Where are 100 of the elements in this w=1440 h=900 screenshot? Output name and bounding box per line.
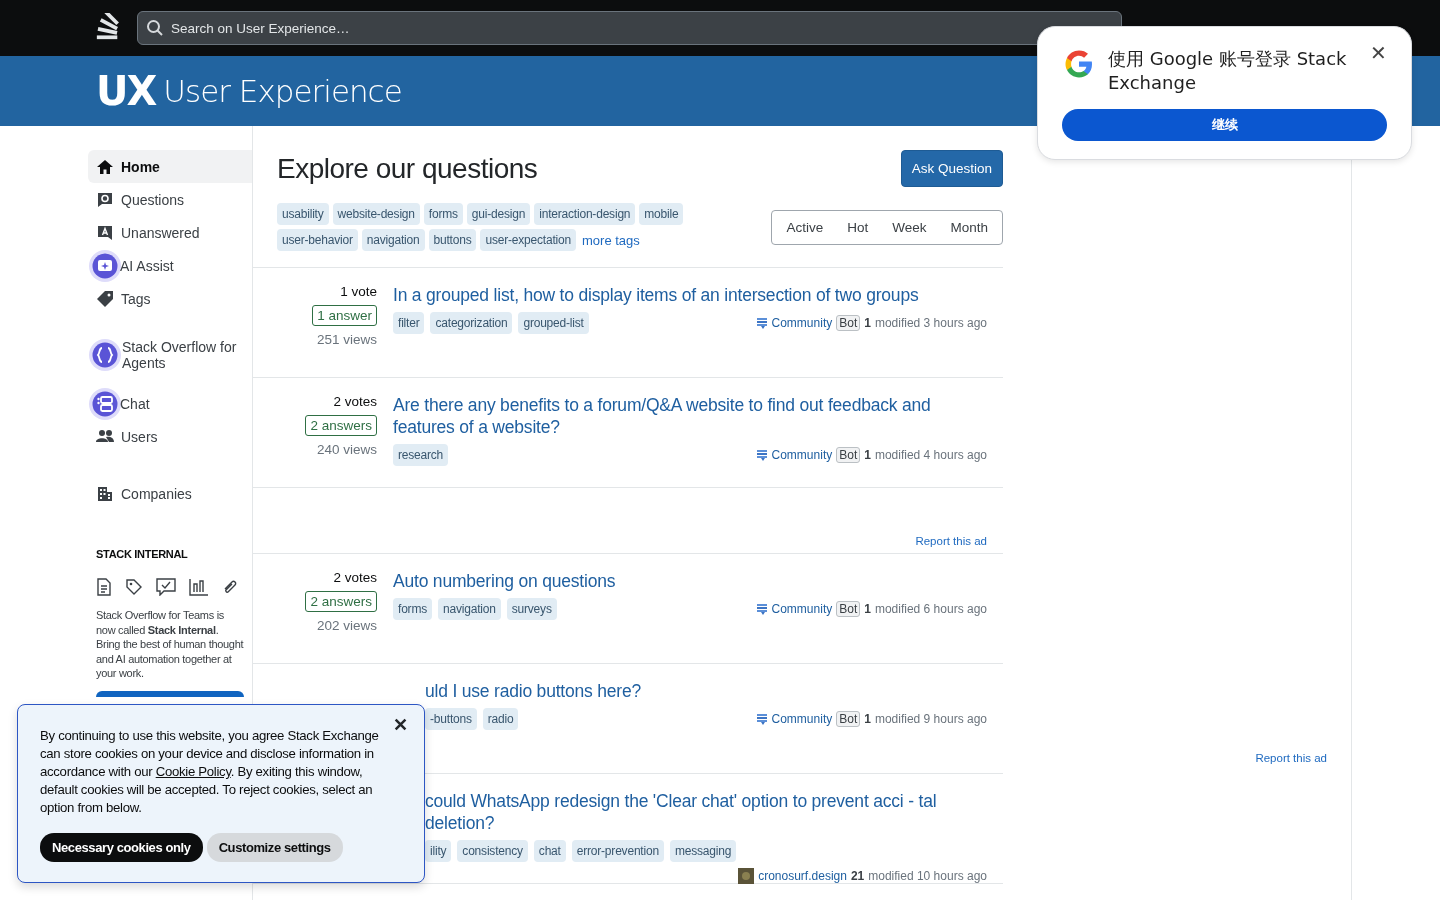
nav-item[interactable]: Questions [88, 183, 252, 216]
question-title[interactable]: could WhatsApp redesign the 'Clear chat' option to prevent acci - tal deletion? [425, 790, 987, 834]
filter-tab[interactable]: Hot [835, 213, 881, 241]
bar-chart-icon [189, 578, 209, 596]
tag[interactable]: categorization [430, 312, 513, 334]
page-title: Explore our questions [277, 152, 538, 185]
filter-tab[interactable]: Month [938, 213, 1000, 241]
tag[interactable]: forms [423, 203, 463, 225]
view-count: 202 views [316, 618, 377, 633]
reputation: 21 [850, 869, 865, 883]
reputation: 1 [864, 602, 871, 616]
user-link[interactable]: Community [771, 602, 833, 616]
cookie-button[interactable]: Customize settings [206, 833, 343, 862]
search-field[interactable]: Search on User Experience… [137, 11, 1122, 45]
site-logo[interactable]: UX [96, 71, 156, 111]
filter-tab[interactable]: Week [880, 213, 939, 241]
modified-time: modified 10 hours ago [868, 869, 987, 883]
tag-icon [96, 289, 114, 308]
question-title[interactable]: Are there any benefits to a forum/Q&A website to find out feedback and features of a website? [393, 394, 987, 438]
user-link[interactable]: cronosurf.design [758, 869, 847, 883]
tag[interactable]: usability [277, 203, 329, 225]
tag[interactable]: consistency [457, 840, 528, 862]
answer-count: 2 answers [305, 415, 377, 436]
avatar-icon [738, 868, 755, 884]
tag[interactable]: grouped-list [518, 312, 589, 334]
tag[interactable]: website-design [332, 203, 420, 225]
cookie-policy-link[interactable]: Cookie Policy [155, 764, 231, 779]
bot-badge: Bot [836, 711, 861, 727]
site-name[interactable]: User Experience [163, 73, 402, 109]
community-icon [755, 603, 768, 615]
nav-item[interactable]: Users [88, 420, 252, 453]
user-link[interactable]: Community [771, 712, 833, 726]
nav-item[interactable]: Chat [88, 387, 252, 420]
reputation: 1 [864, 712, 871, 726]
vote-count: 1 vote [340, 284, 377, 299]
user-link[interactable]: Community [771, 448, 833, 462]
question-title[interactable]: uld I use radio buttons here? [425, 680, 987, 702]
nav-item[interactable]: Stack Overflow for Agents [88, 331, 252, 379]
tag[interactable]: mobile [639, 203, 684, 225]
modified-time: modified 9 hours ago [874, 712, 987, 726]
cookie-button[interactable]: Necessary cookies only [40, 833, 203, 862]
community-icon [755, 317, 768, 329]
modified-time: modified 6 hours ago [874, 602, 987, 616]
tag[interactable]: navigation [361, 229, 425, 251]
tag[interactable]: messaging [669, 840, 737, 862]
building-icon [96, 484, 114, 503]
ask-question-button[interactable]: Ask Question [900, 150, 1003, 187]
answer-icon [96, 223, 114, 242]
sparkle-icon [89, 249, 121, 282]
tag[interactable]: ility [425, 840, 452, 862]
promo-button[interactable] [96, 690, 244, 697]
close-button[interactable]: ✕ [1370, 41, 1387, 65]
cookie-notice: By continuing to use this website, you agree Stack Exchange can store cookies on your device and disclose information in accordance with our Cookie Policy. By exiting this window, default cookies will be accepted. To reject cookies, select an option from below. [40, 727, 380, 817]
nav-item[interactable]: Companies [88, 477, 252, 510]
tag[interactable]: filter [393, 312, 425, 334]
tag[interactable]: -buttons [425, 708, 477, 730]
tag[interactable]: interaction-design [534, 203, 636, 225]
tag-outline-icon [125, 578, 143, 596]
close-button[interactable]: ✕ [387, 713, 414, 737]
popup-title: 使用 Google 账号登录 Stack Exchange [1108, 47, 1348, 95]
nav-item[interactable]: Home [88, 150, 252, 183]
reputation: 1 [864, 448, 871, 462]
more-tags-link[interactable]: more tags [582, 232, 640, 248]
user-link[interactable]: Community [771, 316, 833, 330]
report-ad-link[interactable]: Report this ad [915, 535, 987, 547]
reputation: 1 [864, 316, 871, 330]
modified-time: modified 4 hours ago [874, 448, 987, 462]
tag[interactable]: navigation [438, 598, 501, 620]
tag[interactable]: user-expectation [480, 229, 576, 251]
view-count: 240 views [316, 442, 377, 457]
tag[interactable]: gui-design [466, 203, 531, 225]
question-title[interactable]: Auto numbering on questions [393, 570, 987, 592]
promo-text: Stack Overflow for Teams is now called Stack Internal. Bring the best of human thought and AI automation together at your work. [96, 608, 244, 681]
tag[interactable]: chat [533, 840, 566, 862]
continue-button[interactable]: 继续 [1062, 109, 1387, 141]
nav-item[interactable]: Unanswered [88, 216, 252, 249]
tag[interactable]: research [393, 444, 449, 466]
section-heading: STACK INTERNAL [96, 548, 189, 560]
bot-badge: Bot [836, 315, 861, 331]
filter-tab[interactable]: Active [774, 213, 836, 241]
tag[interactable]: buttons [428, 229, 477, 251]
report-ad-link[interactable]: Report this ad [1255, 752, 1327, 764]
answer-count: 2 answers [305, 591, 377, 612]
community-icon [755, 449, 768, 461]
modified-time: modified 3 hours ago [874, 316, 987, 330]
tag[interactable]: surveys [506, 598, 557, 620]
bot-badge: Bot [836, 447, 861, 463]
vote-count: 2 votes [333, 394, 377, 409]
view-count: 251 views [316, 332, 377, 347]
nav-item[interactable]: Tags [88, 282, 252, 315]
tag[interactable]: forms [393, 598, 432, 620]
tag[interactable]: radio [482, 708, 519, 730]
chat-icon [89, 387, 121, 420]
message-check-icon [156, 578, 176, 596]
question-title[interactable]: In a grouped list, how to display items of an intersection of two groups [393, 284, 987, 306]
bot-badge: Bot [836, 601, 861, 617]
tag[interactable]: error-prevention [571, 840, 664, 862]
tag[interactable]: user-behavior [277, 229, 358, 251]
answer-count: 1 answer [312, 305, 377, 326]
nav-item[interactable]: AI Assist [88, 249, 252, 282]
